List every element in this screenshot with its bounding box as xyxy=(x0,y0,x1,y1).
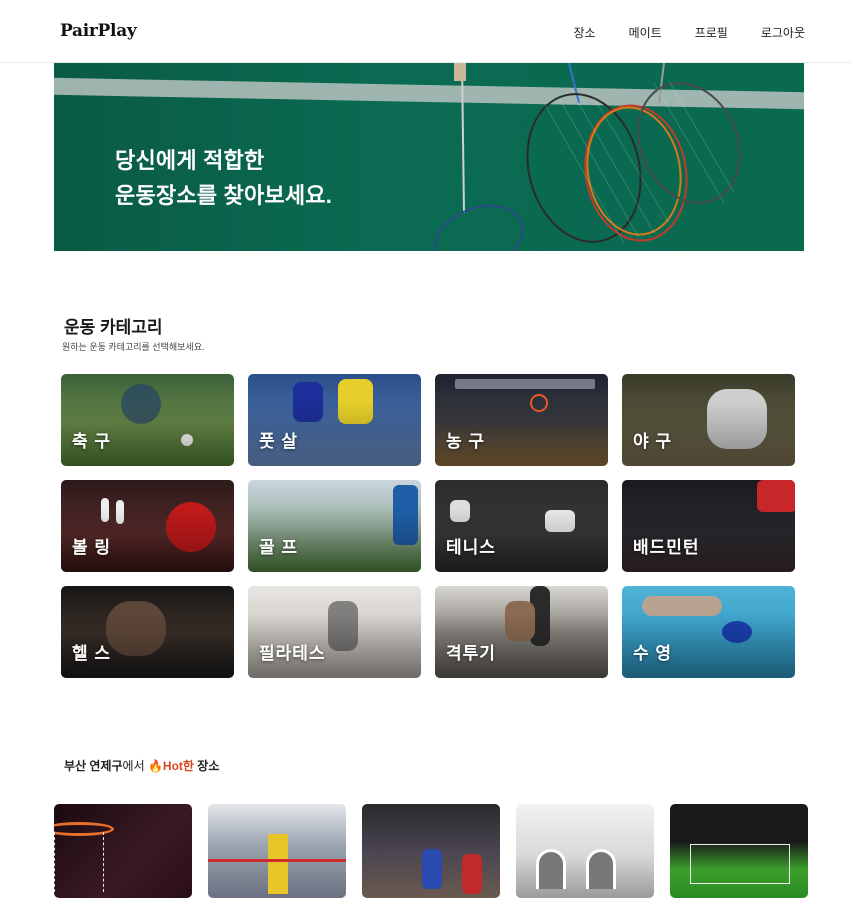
category-label: 풋 살 xyxy=(259,432,299,451)
category-card-swimming[interactable]: 수 영 xyxy=(622,586,795,678)
arch xyxy=(586,849,616,889)
category-card-golf[interactable]: 골 프 xyxy=(248,480,421,572)
place-card-dome-stadium[interactable] xyxy=(516,804,654,898)
nav-mates[interactable]: 메이트 xyxy=(629,24,662,41)
category-grid: 축 구 풋 살 농 구 야 구 볼 링 골 프 테니스 배드민턴 헬 스 필라테… xyxy=(61,374,797,678)
category-card-baseball[interactable]: 야 구 xyxy=(622,374,795,466)
hot-location: 부산 연제구 xyxy=(64,759,123,773)
category-label: 수 영 xyxy=(633,644,673,663)
category-card-futsal[interactable]: 풋 살 xyxy=(248,374,421,466)
category-card-martial-arts[interactable]: 격투기 xyxy=(435,586,608,678)
category-label: 골 프 xyxy=(259,538,299,557)
punching-bag-red xyxy=(462,854,482,894)
top-header: PairPlay 장소 메이트 프로필 로그아웃 xyxy=(0,0,851,63)
nav-places[interactable]: 장소 xyxy=(573,24,595,41)
hot-suffix: 장소 xyxy=(193,759,220,773)
field-lines xyxy=(690,844,790,884)
ring-rope xyxy=(208,859,346,862)
place-card-futsal-field[interactable] xyxy=(670,804,808,898)
category-label: 농 구 xyxy=(446,432,486,451)
hot-places-title: 부산 연제구에서 🔥Hot한 장소 xyxy=(64,757,219,774)
category-card-basketball[interactable]: 농 구 xyxy=(435,374,608,466)
category-label: 축 구 xyxy=(72,432,112,451)
hot-places-row xyxy=(54,804,808,898)
main-nav: 장소 메이트 프로필 로그아웃 xyxy=(540,24,805,41)
hero-line-1: 당신에게 적합한 xyxy=(115,148,265,173)
category-label: 필라테스 xyxy=(259,644,326,663)
hot-middle: 에서 xyxy=(122,759,148,773)
category-label: 테니스 xyxy=(446,538,496,557)
category-card-bowling[interactable]: 볼 링 xyxy=(61,480,234,572)
nav-profile[interactable]: 프로필 xyxy=(695,24,728,41)
punching-bag xyxy=(422,849,442,889)
category-title: 운동 카테고리 xyxy=(64,318,163,337)
hero-line-2: 운동장소를 찾아보세요. xyxy=(115,183,333,208)
category-label: 볼 링 xyxy=(72,538,112,557)
category-card-tennis[interactable]: 테니스 xyxy=(435,480,608,572)
category-label: 배드민턴 xyxy=(633,538,700,557)
category-card-gym[interactable]: 헬 스 xyxy=(61,586,234,678)
gym-pillar xyxy=(268,834,288,894)
place-card-basketball-hoop[interactable] xyxy=(54,804,192,898)
category-card-badminton[interactable]: 배드민턴 xyxy=(622,480,795,572)
category-label: 헬 스 xyxy=(72,644,112,663)
category-card-soccer[interactable]: 축 구 xyxy=(61,374,234,466)
arch xyxy=(536,849,566,889)
category-label: 야 구 xyxy=(633,432,673,451)
place-card-kickboxing-gym[interactable] xyxy=(362,804,500,898)
hoop-net xyxy=(54,832,104,892)
fire-icon: 🔥 xyxy=(147,759,163,773)
nav-logout[interactable]: 로그아웃 xyxy=(761,24,805,41)
category-card-pilates[interactable]: 필라테스 xyxy=(248,586,421,678)
hot-word: Hot한 xyxy=(162,759,194,773)
place-card-boxing-gym[interactable] xyxy=(208,804,346,898)
category-label: 격투기 xyxy=(446,644,496,663)
logo[interactable]: PairPlay xyxy=(60,21,137,41)
hero-banner: 당신에게 적합한 운동장소를 찾아보세요. xyxy=(54,63,804,251)
category-subtitle: 원하는 운동 카테고리를 선택해보세요. xyxy=(62,342,205,352)
hero-headline: 당신에게 적합한 운동장소를 찾아보세요. xyxy=(115,143,332,213)
